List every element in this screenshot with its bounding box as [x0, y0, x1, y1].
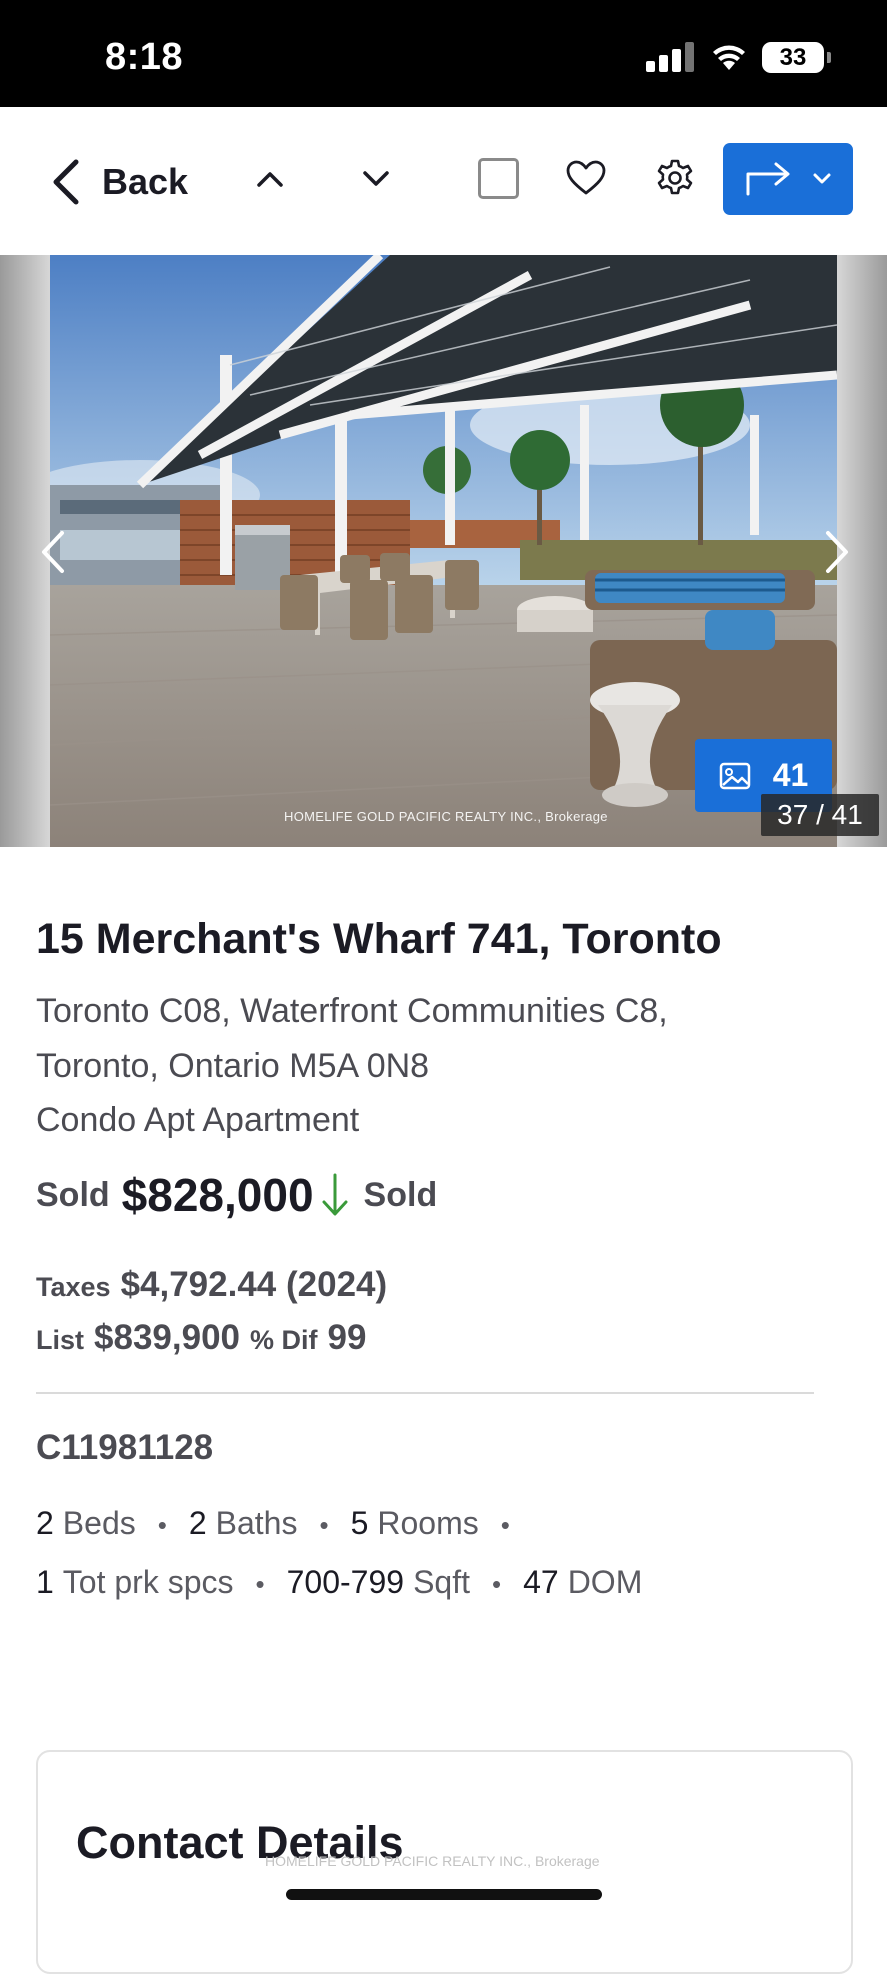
next-listing-button[interactable] [360, 163, 392, 195]
features-row-2: 1 Tot prk spcs • 700-799 Sqft • 47 DOM [36, 1564, 642, 1601]
status-label: Sold [363, 1175, 438, 1214]
chevron-down-icon [363, 171, 389, 186]
rooms-count: 5 [350, 1505, 369, 1541]
home-indicator[interactable] [286, 1889, 602, 1900]
battery-icon: 33 [762, 42, 824, 73]
photo-carousel[interactable]: HOMELIFE GOLD PACIFIC REALTY INC., Broke… [0, 255, 887, 847]
back-button[interactable]: Back [50, 157, 188, 207]
dom-count: 47 [523, 1564, 559, 1600]
baths-label: Baths [215, 1505, 298, 1541]
photo-counter: 37 / 41 [761, 794, 879, 836]
address-line-1: Toronto C08, Waterfront Communities C8, [36, 992, 668, 1030]
list-price: $839,900 [94, 1318, 240, 1357]
battery-tip [827, 52, 831, 63]
beds-count: 2 [36, 1505, 54, 1541]
features-row-1: 2 Beds • 2 Baths • 5 Rooms • [36, 1505, 532, 1542]
cellular-signal-icon [646, 42, 694, 72]
sqft-label: Sqft [413, 1564, 470, 1600]
baths-count: 2 [188, 1505, 207, 1541]
taxes-label: Taxes [36, 1272, 111, 1302]
photo-count: 41 [772, 757, 809, 793]
taxes-row: Taxes $4,792.44 (2024) [36, 1265, 387, 1305]
wifi-icon [713, 45, 745, 70]
heart-icon [566, 160, 606, 195]
mls-number: C11981128 [36, 1428, 214, 1467]
dif-label: % Dif [250, 1325, 318, 1355]
price-row: Sold $828,000 Sold [36, 1168, 437, 1222]
bullet-separator: • [157, 1510, 167, 1540]
price-label: Sold [36, 1175, 110, 1214]
list-label: List [36, 1325, 85, 1355]
rooms-label: Rooms [377, 1505, 479, 1541]
dom-label: DOM [567, 1564, 643, 1600]
share-arrow-icon [746, 162, 790, 196]
chevron-down-icon [813, 173, 831, 184]
beds-label: Beds [62, 1505, 136, 1541]
previous-photo-arrow[interactable] [38, 527, 68, 577]
status-bar: 8:18 33 [0, 0, 887, 107]
photo-watermark: HOMELIFE GOLD PACIFIC REALTY INC., Broke… [284, 809, 608, 824]
bullet-separator: • [491, 1569, 502, 1599]
arrow-down-icon [322, 1173, 348, 1216]
status-time: 8:18 [105, 36, 184, 78]
previous-listing-button[interactable] [254, 163, 286, 195]
divider [36, 1392, 814, 1394]
taxes-value: $4,792.44 (2024) [120, 1265, 388, 1304]
chevron-up-icon [257, 172, 283, 187]
settings-button[interactable] [654, 157, 696, 199]
sqft-range: 700-799 [286, 1564, 405, 1600]
select-checkbox[interactable] [478, 158, 519, 199]
next-photo-arrow[interactable] [822, 527, 852, 577]
property-type: Condo Apt Apartment [36, 1101, 360, 1139]
back-label: Back [102, 161, 189, 202]
gear-icon [657, 159, 693, 195]
parking-label: Tot prk spcs [62, 1564, 234, 1600]
favorite-button[interactable] [564, 157, 608, 199]
bullet-separator: • [500, 1510, 510, 1540]
listing-title: 15 Merchant's Wharf 741, Toronto [36, 915, 722, 963]
address-line-2: Toronto, Ontario M5A 0N8 [36, 1047, 430, 1085]
dif-value: 99 [327, 1318, 367, 1357]
bullet-separator: • [255, 1569, 265, 1599]
parking-count: 1 [36, 1564, 54, 1600]
chevron-left-icon [53, 159, 79, 205]
image-icon [719, 762, 750, 789]
bullet-separator: • [319, 1510, 329, 1540]
sold-price: $828,000 [121, 1169, 314, 1221]
share-dropdown-button[interactable] [723, 143, 853, 215]
list-price-row: List $839,900 % Dif 99 [36, 1318, 366, 1358]
toolbar: Back [0, 107, 887, 253]
contact-watermark: HOMELIFE GOLD PACIFIC REALTY INC., Broke… [265, 1853, 600, 1869]
